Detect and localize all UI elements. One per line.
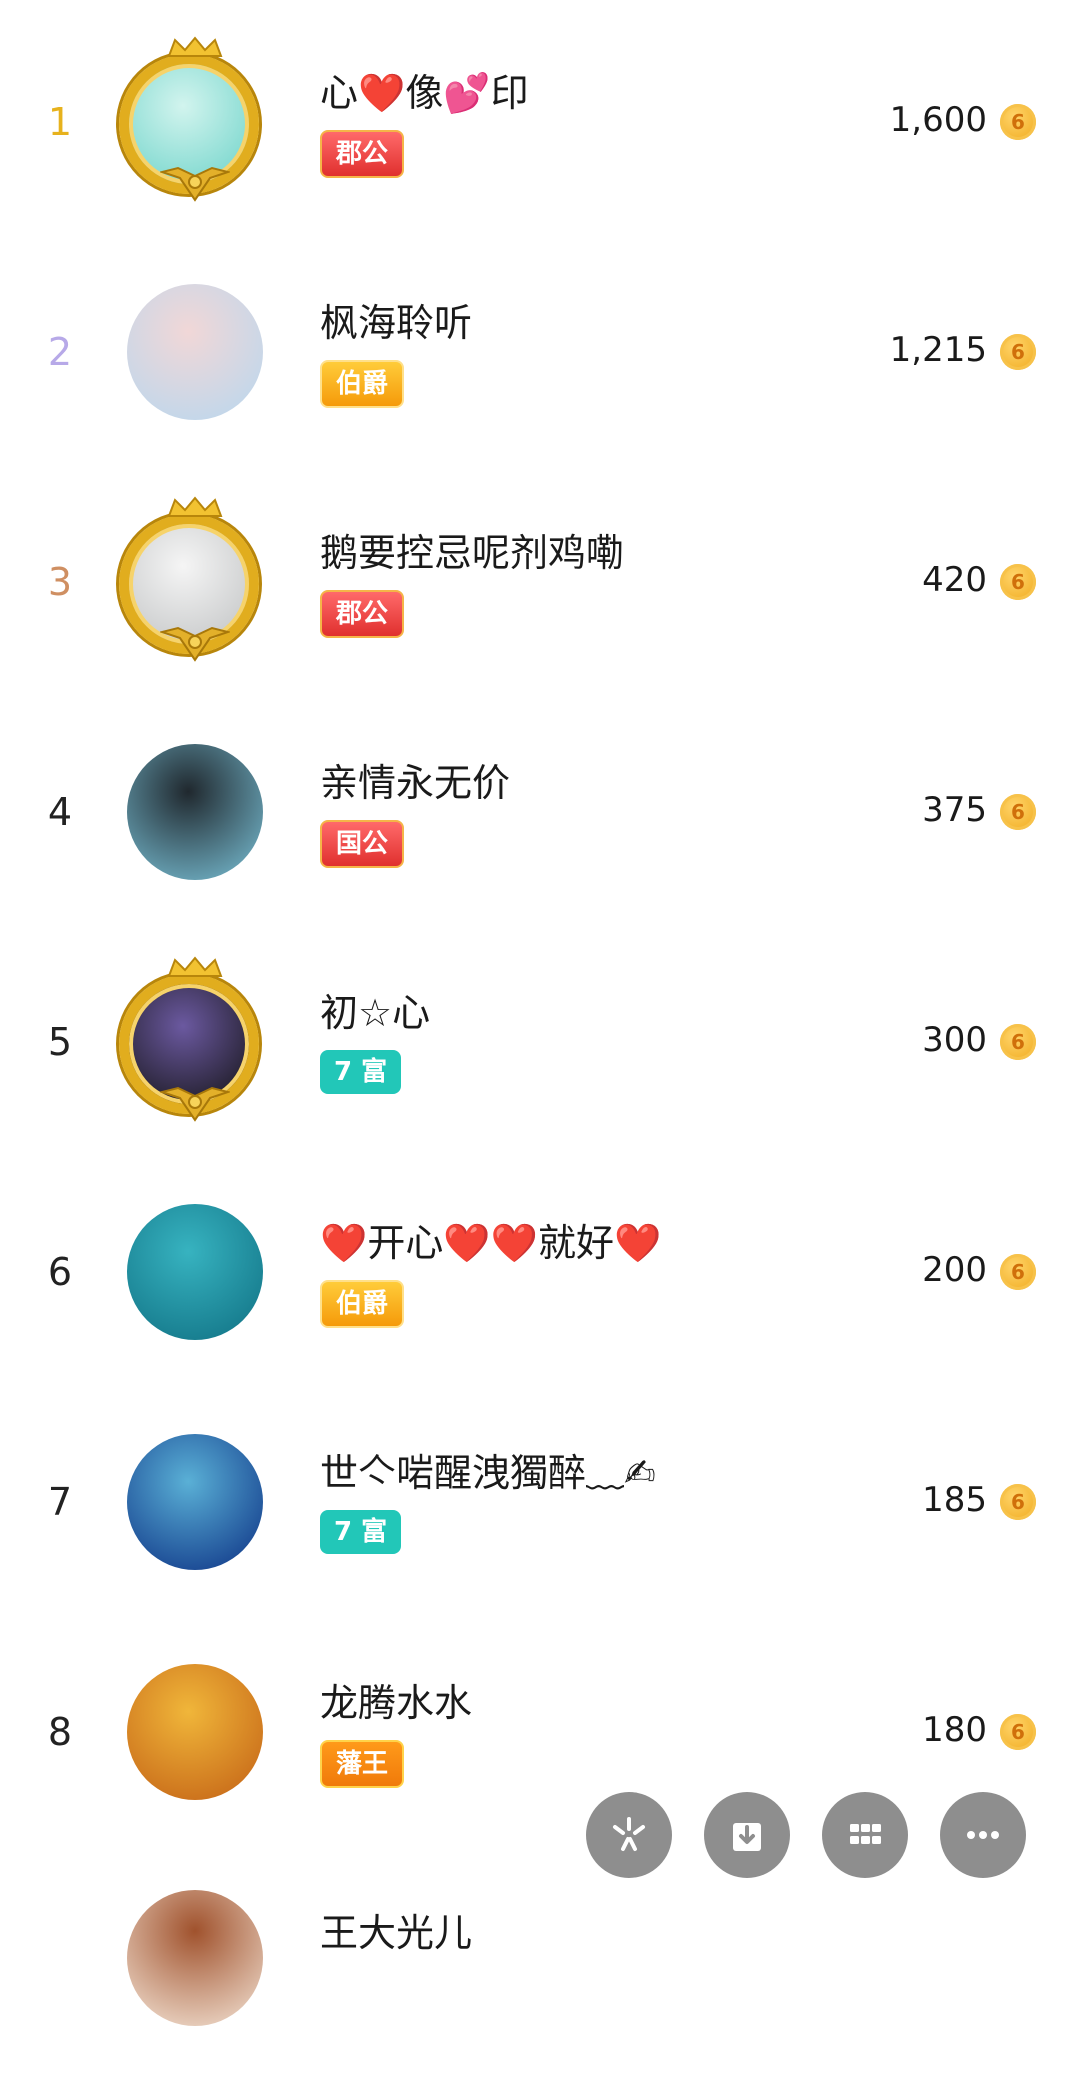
coin-icon: 6 bbox=[1000, 1714, 1036, 1750]
score-value: 180 bbox=[922, 1710, 987, 1750]
rank-number: 6 bbox=[47, 1250, 73, 1294]
coin-icon: 6 bbox=[1000, 334, 1036, 370]
score-value: 200 bbox=[922, 1250, 987, 1290]
coin-icon: 6 bbox=[1000, 1024, 1036, 1060]
coin-icon: 6 bbox=[1000, 564, 1036, 600]
title-badge: 国公 bbox=[320, 820, 405, 868]
leaderboard-row[interactable]: 3 鹅要控忌呢剂鸡嘞郡公 420 6 bbox=[0, 470, 1080, 670]
leaderboard-row[interactable]: 6 ❤️开心❤️❤️就好❤️ 伯爵 200 6 bbox=[0, 1160, 1080, 1360]
title-badge: 郡公 bbox=[320, 130, 405, 178]
wing-emblem-icon bbox=[158, 1082, 232, 1122]
leaderboard-row[interactable]: 2 枫海聆听伯爵 1,215 6 bbox=[0, 240, 1080, 440]
title-badge: 藩王 bbox=[320, 1740, 405, 1788]
wing-emblem-icon bbox=[158, 622, 232, 662]
rank-number: 1 bbox=[47, 100, 73, 144]
leaderboard-row[interactable]: 1 心❤️像💕印郡公 1,600 6 bbox=[0, 10, 1080, 210]
crown-icon bbox=[165, 496, 225, 518]
user-name: 枫海聆听 bbox=[320, 301, 473, 345]
rank-number: 8 bbox=[47, 1710, 73, 1754]
grid-icon bbox=[850, 1824, 881, 1844]
user-name: 初☆心 bbox=[320, 991, 431, 1035]
avatar[interactable] bbox=[127, 744, 263, 880]
user-name: 鹅要控忌呢剂鸡嘞 bbox=[320, 531, 625, 575]
user-name: 心❤️像💕印 bbox=[320, 71, 529, 115]
title-badge: 郡公 bbox=[320, 590, 405, 638]
user-name: ❤️开心❤️❤️就好❤️ bbox=[320, 1221, 662, 1265]
avatar[interactable] bbox=[127, 284, 263, 420]
title-badge: 伯爵 bbox=[320, 1280, 405, 1328]
avatar[interactable] bbox=[127, 1204, 263, 1340]
score-value: 185 bbox=[922, 1480, 987, 1520]
avatar[interactable] bbox=[127, 1434, 263, 1570]
save-button[interactable] bbox=[704, 1792, 790, 1878]
crown-icon bbox=[165, 956, 225, 978]
user-name: 龙腾水水 bbox=[320, 1681, 473, 1725]
leaderboard-row[interactable]: 7 世亽啱醒洩獨醉﹏✍ 7 富 185 6 bbox=[0, 1390, 1080, 1590]
user-name: 世亽啱醒洩獨醉﹏✍ bbox=[320, 1451, 656, 1495]
download-icon bbox=[733, 1823, 761, 1851]
wing-emblem-icon bbox=[158, 162, 232, 202]
leaderboard-row[interactable]: 8 龙腾水水藩王 180 6 bbox=[0, 1620, 1080, 1820]
coin-icon: 6 bbox=[1000, 104, 1036, 140]
leaderboard-row[interactable]: 4 亲情永无价国公 375 6 bbox=[0, 700, 1080, 900]
rank-number: 4 bbox=[47, 790, 73, 834]
user-name: 亲情永无价 bbox=[320, 761, 511, 805]
crown-icon bbox=[165, 36, 225, 58]
avatar[interactable] bbox=[127, 1890, 263, 2026]
apps-button[interactable] bbox=[822, 1792, 908, 1878]
score-value: 1,215 bbox=[889, 330, 987, 370]
user-name: 王大光儿 bbox=[320, 1911, 473, 1955]
score-value: 420 bbox=[922, 560, 987, 600]
coin-icon: 6 bbox=[1000, 1254, 1036, 1290]
title-badge: 7 富 bbox=[320, 1510, 402, 1554]
rank-number: 2 bbox=[47, 330, 73, 374]
score-value: 300 bbox=[922, 1020, 987, 1060]
title-badge: 7 富 bbox=[320, 1050, 402, 1094]
leaderboard-row-partial[interactable]: 王大光儿 bbox=[0, 1880, 1080, 2080]
share-button[interactable] bbox=[586, 1792, 672, 1878]
more-icon bbox=[967, 1831, 999, 1839]
score-value: 375 bbox=[922, 790, 987, 830]
coin-icon: 6 bbox=[1000, 1484, 1036, 1520]
share-icon bbox=[613, 1817, 645, 1851]
coin-icon: 6 bbox=[1000, 794, 1036, 830]
avatar[interactable] bbox=[127, 1664, 263, 1800]
leaderboard-row[interactable]: 5 初☆心 7 富 300 6 bbox=[0, 930, 1080, 1130]
rank-number: 3 bbox=[47, 560, 73, 604]
rank-number: 5 bbox=[47, 1020, 73, 1064]
rank-number: 7 bbox=[47, 1480, 73, 1524]
more-button[interactable] bbox=[940, 1792, 1026, 1878]
score-value: 1,600 bbox=[889, 100, 987, 140]
title-badge: 伯爵 bbox=[320, 360, 405, 408]
